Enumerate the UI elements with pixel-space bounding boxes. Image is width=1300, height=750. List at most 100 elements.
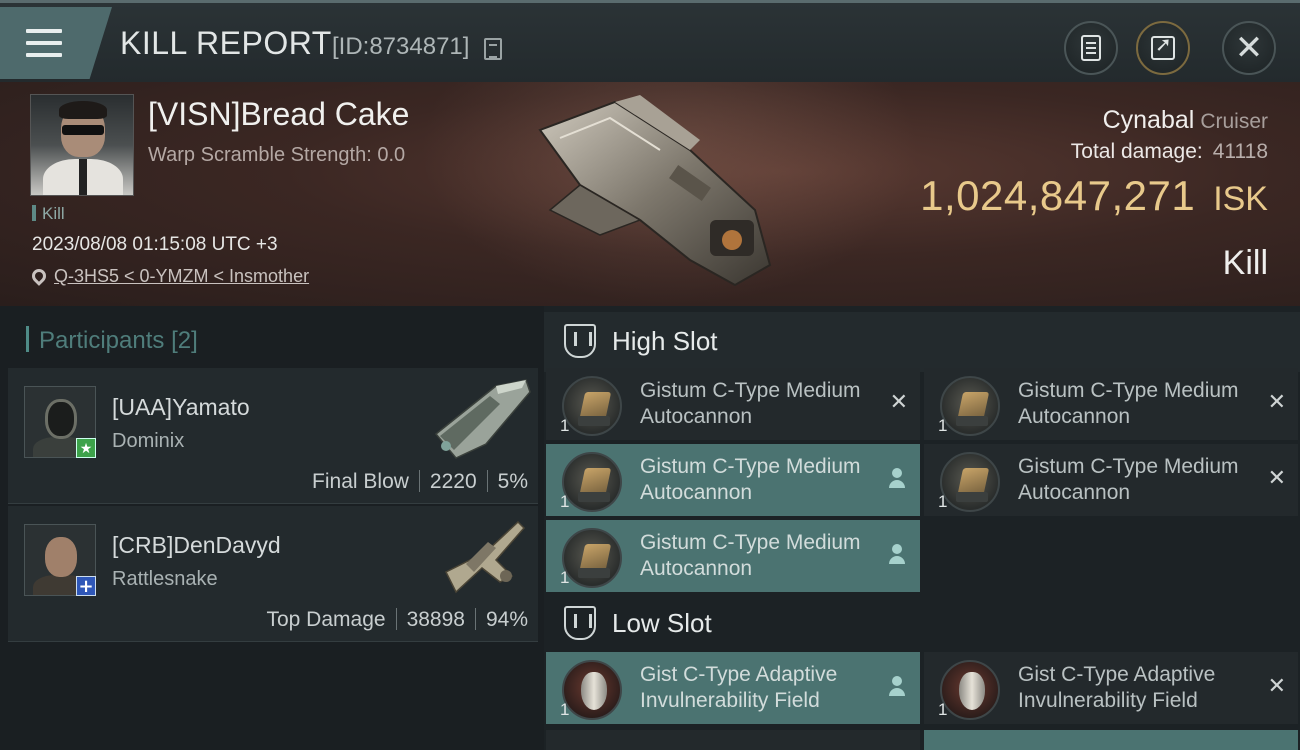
total-damage-label: Total damage: (1070, 140, 1203, 163)
clipboard-button[interactable] (1064, 21, 1118, 75)
clipboard-icon (1081, 35, 1101, 61)
participant-stats: Top Damage 38898 94% (266, 608, 528, 632)
high-slot-icon (564, 324, 596, 358)
destroyed-icon: ✕ (1267, 466, 1286, 491)
fitting-panel: High Slot 1 Gistum C-Type Medium Autocan… (544, 306, 1300, 750)
avatar-head (45, 399, 77, 439)
stat-label: Top Damage (266, 608, 386, 631)
autocannon-icon (562, 376, 622, 436)
participant-stats: Final Blow 2220 5% (312, 470, 528, 494)
close-icon: ✕ (1234, 28, 1264, 68)
victim-name[interactable]: [VISN]Bread Cake (148, 96, 409, 133)
high-slot-label: High Slot (612, 326, 718, 356)
autocannon-icon (940, 376, 1000, 436)
divider (418, 470, 420, 492)
destroyed-icon: ✕ (1267, 390, 1286, 415)
total-damage-value: 41118 (1212, 140, 1268, 163)
avatar-tie (79, 159, 87, 195)
module-quantity: 1 (560, 492, 570, 511)
participant-name[interactable]: [UAA]Yamato (112, 394, 250, 421)
menu-button[interactable] (0, 7, 112, 79)
module-item[interactable]: 1 Gistum C-Type Medium Autocannon ✕ (924, 444, 1298, 516)
damage-value: 38898 (406, 608, 465, 631)
module-name: Gistum C-Type Medium Autocannon (640, 455, 861, 504)
participants-count: [2] (171, 327, 198, 354)
dropped-person-icon (888, 676, 906, 698)
invulnerability-field-icon (562, 660, 622, 720)
divider (395, 608, 397, 630)
autocannon-icon (562, 452, 622, 512)
kill-tag: Kill (32, 204, 65, 224)
dropped-person-icon (888, 468, 906, 490)
autocannon-icon (562, 528, 622, 588)
participant-card[interactable]: + [CRB]DenDavyd Rattlesnake Top Damage 38… (8, 506, 538, 642)
low-slot-header: Low Slot (544, 594, 1300, 650)
damage-percent: 5% (497, 470, 528, 493)
module-quantity: 1 (560, 568, 570, 587)
destroyed-icon: ✕ (1267, 674, 1286, 699)
module-name: Gistum C-Type Medium Autocannon (1018, 455, 1239, 504)
share-icon (1151, 32, 1175, 60)
module-name: Gistum C-Type Medium Autocannon (1018, 379, 1239, 428)
participant-ship-image (434, 379, 531, 459)
kill-datetime: 2023/08/08 01:15:08 UTC +3 (32, 234, 278, 255)
module-item[interactable]: 1 Gistum C-Type Medium Autocannon (546, 520, 920, 592)
avatar-head (45, 537, 77, 577)
module-item-partial[interactable] (924, 730, 1298, 750)
location: Q-3HS5 < 0-YMZM < Insmother (29, 266, 309, 287)
report-id: [ID:8734871] (332, 33, 470, 60)
victim-ship[interactable]: Cynabal Cruiser (1103, 106, 1268, 135)
module-quantity: 1 (938, 416, 948, 435)
dropped-person-icon (888, 544, 906, 566)
avatar-glasses (62, 125, 104, 135)
low-slot-icon (564, 606, 596, 640)
copy-id-icon[interactable] (484, 38, 502, 60)
isk-unit: ISK (1213, 180, 1268, 218)
share-button[interactable] (1136, 21, 1190, 75)
isk-value: 1,024,847,271 ISK (920, 172, 1268, 220)
high-slot-header: High Slot (544, 312, 1300, 372)
low-slot-label: Low Slot (612, 608, 712, 638)
module-name: Gistum C-Type Medium Autocannon (640, 531, 861, 580)
plus-icon: + (76, 576, 96, 597)
result-label: Kill (1222, 244, 1268, 282)
module-item-partial[interactable] (546, 730, 920, 750)
module-quantity: 1 (560, 700, 570, 719)
participants-panel: Participants [2] ★ [UAA]Yamato Dominix F… (0, 306, 544, 750)
close-button[interactable]: ✕ (1222, 21, 1276, 75)
damage-value: 2220 (429, 470, 477, 493)
module-item[interactable]: 1 Gist C-Type Adaptive Invulnerability F… (924, 652, 1298, 724)
module-quantity: 1 (938, 700, 948, 719)
stat-label: Final Blow (312, 470, 409, 493)
victim-ship-image (538, 95, 772, 287)
participant-card[interactable]: ★ [UAA]Yamato Dominix Final Blow 2220 5% (8, 368, 538, 504)
divider (474, 608, 476, 630)
warp-scramble-strength: Warp Scramble Strength: 0.0 (148, 144, 406, 166)
victim-avatar[interactable] (30, 94, 134, 196)
participant-ship-image (444, 520, 526, 594)
module-name: Gist C-Type Adaptive Invulnerability Fie… (640, 663, 838, 712)
module-item[interactable]: 1 Gistum C-Type Medium Autocannon ✕ (924, 368, 1298, 440)
victim-banner: [VISN]Bread Cake Warp Scramble Strength:… (0, 82, 1300, 306)
module-name: Gistum C-Type Medium Autocannon (640, 379, 861, 428)
isk-amount: 1,024,847,271 (920, 172, 1196, 219)
module-item[interactable]: 1 Gistum C-Type Medium Autocannon ✕ (546, 368, 920, 440)
damage-percent: 94% (485, 608, 528, 631)
location-link[interactable]: Q-3HS5 < 0-YMZM < Insmother (54, 266, 309, 286)
invulnerability-field-icon (940, 660, 1000, 720)
top-bar: KILL REPORT [ID:8734871] ✕ (0, 0, 1300, 82)
participant-ship: Rattlesnake (112, 568, 218, 590)
autocannon-icon (940, 452, 1000, 512)
module-item[interactable]: 1 Gistum C-Type Medium Autocannon (546, 444, 920, 516)
participant-name[interactable]: [CRB]DenDavyd (112, 532, 281, 559)
participants-header: Participants [2] (26, 326, 198, 355)
module-quantity: 1 (560, 416, 570, 435)
module-quantity: 1 (938, 492, 948, 511)
hamburger-icon (26, 29, 62, 57)
star-icon: ★ (76, 438, 96, 458)
page-title: KILL REPORT (120, 25, 332, 61)
ship-name: Cynabal (1102, 106, 1195, 134)
module-name: Gist C-Type Adaptive Invulnerability Fie… (1018, 663, 1216, 712)
destroyed-icon: ✕ (889, 390, 908, 415)
module-item[interactable]: 1 Gist C-Type Adaptive Invulnerability F… (546, 652, 920, 724)
